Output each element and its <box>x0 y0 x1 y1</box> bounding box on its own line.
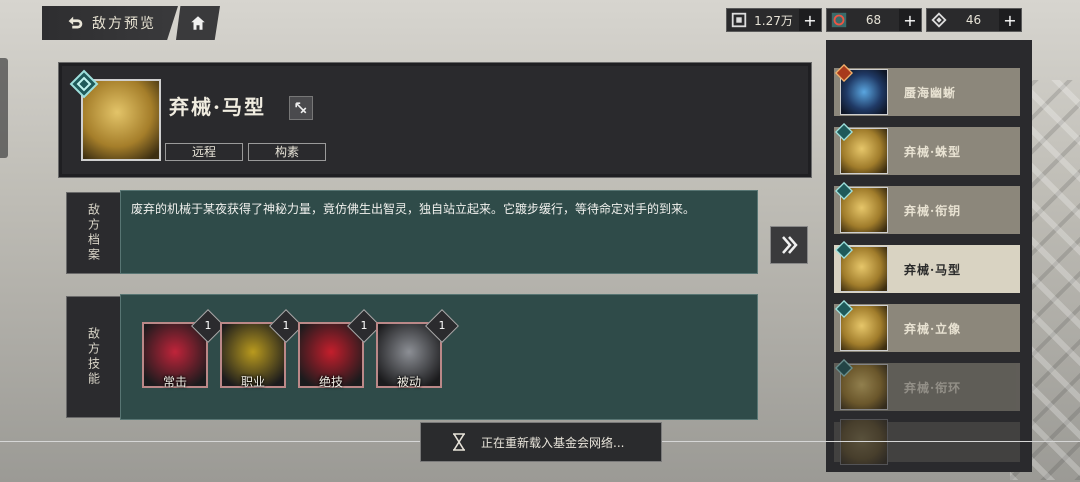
skill-class[interactable]: 职业 1 <box>220 309 303 389</box>
toast-text: 正在重新载入基金会网络... <box>481 435 625 450</box>
enemy-thumbnail <box>835 241 888 292</box>
skill-ultimate[interactable]: 绝技 1 <box>298 309 381 389</box>
page-title: 敌方预览 <box>92 16 156 32</box>
profile-section: 废弃的机械于某夜获得了神秘力量，竟仿佛生出智灵，独自站立起来。它踱步缓行，等待命… <box>120 190 758 274</box>
resource-energy: 68 + <box>826 8 922 32</box>
gem-value: 46 <box>965 13 982 27</box>
enemy-thumbnail <box>835 123 888 174</box>
enemy-header-card: 弃械·马型 远程 构素 <box>58 62 812 178</box>
add-currency-button[interactable]: + <box>799 9 821 31</box>
skill-label: 被动 <box>396 375 421 389</box>
skill-label: 常击 <box>162 375 187 389</box>
resource-gem: 46 + <box>926 8 1022 32</box>
profile-section-label: 敌方档案 <box>66 192 122 274</box>
energy-value: 68 <box>865 13 882 27</box>
skill-label: 绝技 <box>318 375 343 389</box>
elite-badge-icon <box>835 123 853 141</box>
next-page-button[interactable] <box>770 226 808 264</box>
enemy-list-name: 蜃海幽蜥 <box>904 85 957 100</box>
hourglass-icon <box>453 433 465 451</box>
enemy-name: 弃械·马型 <box>169 95 266 119</box>
enemy-thumbnail <box>840 419 888 465</box>
toast-line-left <box>0 441 420 442</box>
enemy-thumbnail <box>835 64 888 115</box>
double-chevron-right-icon <box>782 236 798 254</box>
toast-line-right <box>660 441 1080 442</box>
enemy-list-item-selected[interactable]: 弃械·马型 <box>834 241 1020 293</box>
tag-range: 远程 <box>165 143 243 161</box>
enemy-list-item[interactable]: 蜃海幽蜥 <box>834 64 1020 116</box>
home-button[interactable] <box>176 6 220 40</box>
return-arrow-icon <box>68 16 83 29</box>
enemy-list-name: 弃械·衔钥 <box>904 203 962 218</box>
currency-value: 1.27万 <box>754 13 793 28</box>
enemy-list-item[interactable]: 弃械·衔钥 <box>834 182 1020 234</box>
enemy-thumbnail <box>835 359 888 410</box>
elite-badge-icon <box>835 241 853 259</box>
add-energy-button[interactable]: + <box>899 9 921 31</box>
enemy-list-name: 弃械·马型 <box>904 262 962 277</box>
enemy-list-name: 弃械·蛛型 <box>904 144 962 159</box>
skill-passive[interactable]: 被动 1 <box>376 309 459 389</box>
enemy-list-item[interactable]: 弃械·蛛型 <box>834 123 1020 175</box>
enemy-list-name: 弃械·立像 <box>904 321 962 336</box>
enemy-thumbnail <box>835 300 888 351</box>
side-drawer-handle[interactable] <box>0 58 8 158</box>
enemy-list-panel: 蜃海幽蜥 弃械·蛛型 弃械·衔钥 弃械·马型 弃械·立像 弃械·衔环 <box>826 40 1032 472</box>
currency-icon <box>731 12 747 28</box>
elite-badge-icon <box>69 69 99 99</box>
back-button[interactable]: 敌方预览 <box>42 6 178 40</box>
add-gem-button[interactable]: + <box>999 9 1021 31</box>
elite-badge-icon <box>835 300 853 318</box>
energy-icon <box>831 12 847 28</box>
elite-badge-icon <box>835 182 853 200</box>
enemy-list-item[interactable]: 弃械·衔环 <box>834 359 1020 411</box>
enemy-thumbnail <box>835 182 888 233</box>
enemy-list-item-partial[interactable] <box>834 419 1020 465</box>
elite-badge-icon <box>835 359 853 377</box>
bow-icon <box>289 96 313 120</box>
tag-element: 构素 <box>248 143 326 161</box>
boss-badge-icon <box>835 64 853 82</box>
enemy-list-item[interactable]: 弃械·立像 <box>834 300 1020 352</box>
skill-label: 职业 <box>240 375 265 389</box>
skills-section-label: 敌方技能 <box>66 296 122 418</box>
gem-icon <box>931 12 947 28</box>
reconnect-toast: 正在重新载入基金会网络... <box>420 422 662 462</box>
skill-normal-attack[interactable]: 常击 1 <box>142 309 225 389</box>
enemy-description: 废弃的机械于某夜获得了神秘力量，竟仿佛生出智灵，独自站立起来。它踱步缓行，等待命… <box>131 202 696 216</box>
home-icon <box>191 16 205 30</box>
resource-currency: 1.27万 + <box>726 8 822 32</box>
enemy-list-name: 弃械·衔环 <box>904 380 962 395</box>
